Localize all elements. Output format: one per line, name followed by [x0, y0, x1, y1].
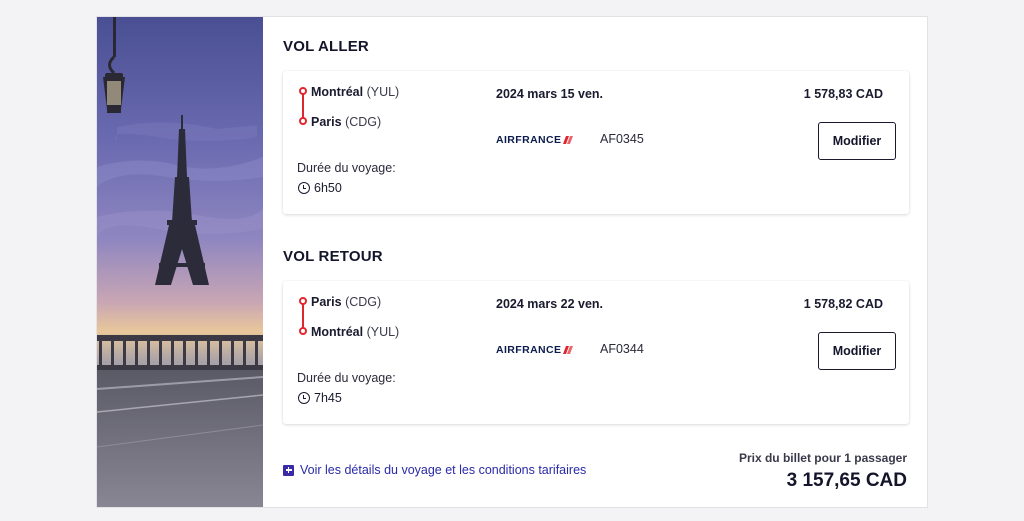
departure-date: 2024 mars 15 ven.: [496, 87, 604, 101]
clock-icon: [298, 392, 310, 404]
duration-label: Durée du voyage:: [297, 371, 396, 385]
outbound-section-title: VOL ALLER: [283, 38, 369, 55]
modify-return-button[interactable]: Modifier: [818, 332, 896, 370]
plus-square-icon: [283, 464, 294, 476]
airline-name: AIRFRANCE: [496, 134, 562, 146]
paris-eiffel-tower-image: [97, 17, 263, 507]
destination-airport-code: (YUL): [366, 325, 400, 339]
route-dots-icon: [299, 327, 307, 335]
route-dots-icon: [299, 297, 307, 305]
ticket-price-label: Prix du billet pour 1 passager: [738, 451, 907, 465]
duration-value: 6h50: [314, 181, 342, 195]
return-route: Paris (CDG) Montréal (YUL): [299, 295, 449, 355]
duration-label: Durée du voyage:: [297, 161, 396, 175]
destination-city-name: Paris: [311, 115, 342, 129]
clock-icon: [298, 182, 310, 194]
airfrance-mark-icon: [563, 346, 574, 354]
origin-airport-code: (CDG): [345, 295, 382, 309]
origin-city: Paris (CDG): [311, 295, 381, 309]
route-dots-icon: [299, 117, 307, 125]
booking-details: VOL ALLER Montréal (YUL) Paris (CDG) Dur…: [263, 17, 927, 507]
duration-value: 7h45: [314, 391, 342, 405]
route-line: [302, 91, 304, 119]
flight-number: AF0345: [600, 132, 644, 146]
destination-city: Paris (CDG): [311, 115, 381, 129]
ticket-total-price: 3 157,65 CAD: [786, 470, 907, 491]
airfrance-logo: AIRFRANCE: [496, 134, 574, 146]
departure-date: 2024 mars 22 ven.: [496, 297, 604, 311]
airfrance-logo: AIRFRANCE: [496, 344, 574, 356]
outbound-route: Montréal (YUL) Paris (CDG): [299, 85, 449, 145]
booking-summary-card: VOL ALLER Montréal (YUL) Paris (CDG) Dur…: [96, 16, 928, 508]
return-flight-card: Paris (CDG) Montréal (YUL) Durée du voya…: [283, 281, 909, 424]
destination-city: Montréal (YUL): [311, 325, 399, 339]
modify-outbound-button[interactable]: Modifier: [818, 122, 896, 160]
origin-city-name: Paris: [311, 295, 342, 309]
flight-number: AF0344: [600, 342, 644, 356]
trip-duration: 6h50: [298, 181, 342, 195]
route-dots-icon: [299, 87, 307, 95]
origin-city: Montréal (YUL): [311, 85, 399, 99]
origin-airport-code: (YUL): [366, 85, 400, 99]
airfrance-mark-icon: [563, 136, 574, 144]
return-section-title: VOL RETOUR: [283, 248, 383, 265]
outbound-flight-card: Montréal (YUL) Paris (CDG) Durée du voya…: [283, 71, 909, 214]
route-line: [302, 301, 304, 329]
airline-name: AIRFRANCE: [496, 344, 562, 356]
trip-details-link-label: Voir les détails du voyage et les condit…: [300, 463, 587, 477]
destination-city-name: Montréal: [311, 325, 364, 339]
flight-price: 1 578,83 CAD: [803, 87, 883, 101]
flight-price: 1 578,82 CAD: [803, 297, 883, 311]
trip-details-link[interactable]: Voir les détails du voyage et les condit…: [283, 463, 586, 477]
trip-duration: 7h45: [298, 391, 342, 405]
origin-city-name: Montréal: [311, 85, 364, 99]
destination-airport-code: (CDG): [345, 115, 382, 129]
